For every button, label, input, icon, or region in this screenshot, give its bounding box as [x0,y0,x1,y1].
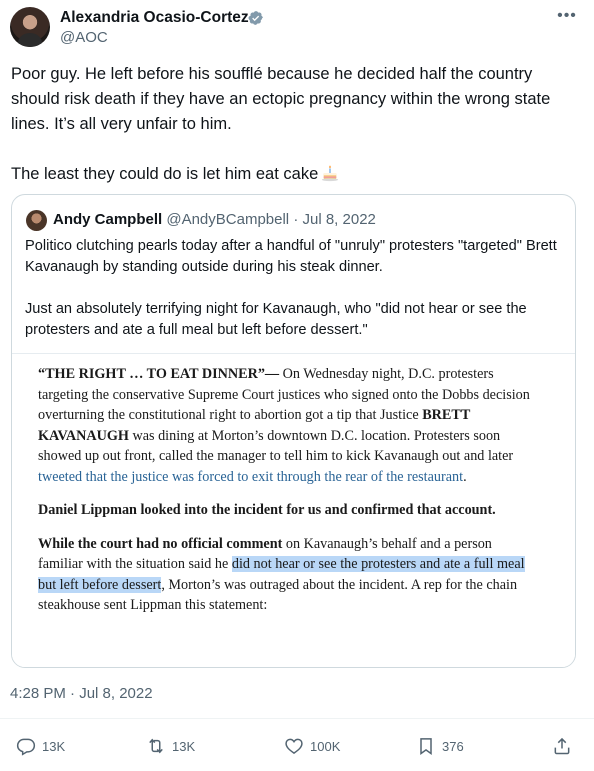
share-icon [554,737,570,755]
bookmark-icon [420,738,432,755]
article-link: tweeted that the justice was forced to e… [38,468,464,485]
quote-author-handle: @AndyBCampbell [166,211,290,228]
reply-count: 13K [42,738,66,754]
tweet-text: Poor guy. He left before his soufflé bec… [11,62,571,187]
quote-date: Jul 8, 2022 [302,211,376,228]
action-bar: 13K 13K 100K 376 [0,733,594,759]
quote-author-avatar [26,210,47,231]
bookmark-button[interactable]: 376 [416,733,464,759]
quote-author-line: Andy Campbell @AndyBCampbell · Jul 8, 20… [53,210,376,230]
quote-separator: · [293,211,299,228]
author-handle[interactable]: @AOC [60,28,108,48]
article-paragraph: While the court had no official comment … [38,534,538,616]
article-paragraph: Daniel Lippman looked into the incident … [38,502,496,518]
article-headline: “THE RIGHT … TO EAT DINNER”— [38,366,280,382]
tweet-paragraph: The least they could do is let him eat c… [11,162,571,187]
quote-author-name: Andy Campbell [53,211,163,228]
tweet: Alexandria Ocasio-Cortez @AOC ••• Poor g… [0,0,594,771]
heart-icon [285,738,303,754]
author-name[interactable]: Alexandria Ocasio-Cortez [60,8,249,28]
article-paragraph: “THE RIGHT … TO EAT DINNER”— On Wednesda… [38,364,538,487]
bookmark-count: 376 [442,738,464,754]
tweet-paragraph-text: The least they could do is let him eat c… [11,165,319,183]
reply-button[interactable]: 13K [16,733,65,759]
verified-badge-icon [248,11,263,25]
quote-media-image[interactable]: “THE RIGHT … TO EAT DINNER”— On Wednesda… [12,353,575,667]
cake-icon [322,165,339,182]
like-count: 100K [310,738,341,754]
quote-text: Politico clutching pearls today after a … [25,236,565,341]
quoted-tweet[interactable]: Andy Campbell @AndyBCampbell · Jul 8, 20… [11,194,576,668]
repost-icon [149,738,163,754]
article-text: . [463,468,467,485]
reply-icon [16,738,36,756]
author-avatar[interactable] [10,7,50,47]
more-dots-icon[interactable]: ••• [556,6,578,26]
like-button[interactable]: 100K [284,733,340,759]
divider [0,718,594,719]
article-screenshot: “THE RIGHT … TO EAT DINNER”— On Wednesda… [38,364,538,629]
repost-button[interactable]: 13K [146,733,195,759]
quote-paragraph: Politico clutching pearls today after a … [25,238,557,275]
share-button[interactable] [552,733,572,759]
article-lead: While the court had no official comment [38,535,283,552]
quote-paragraph: Just an absolutely terrifying night for … [25,301,527,338]
tweet-paragraph: Poor guy. He left before his soufflé bec… [11,65,551,133]
repost-count: 13K [172,738,196,754]
tweet-timestamp[interactable]: 4:28 PM · Jul 8, 2022 [10,684,153,704]
